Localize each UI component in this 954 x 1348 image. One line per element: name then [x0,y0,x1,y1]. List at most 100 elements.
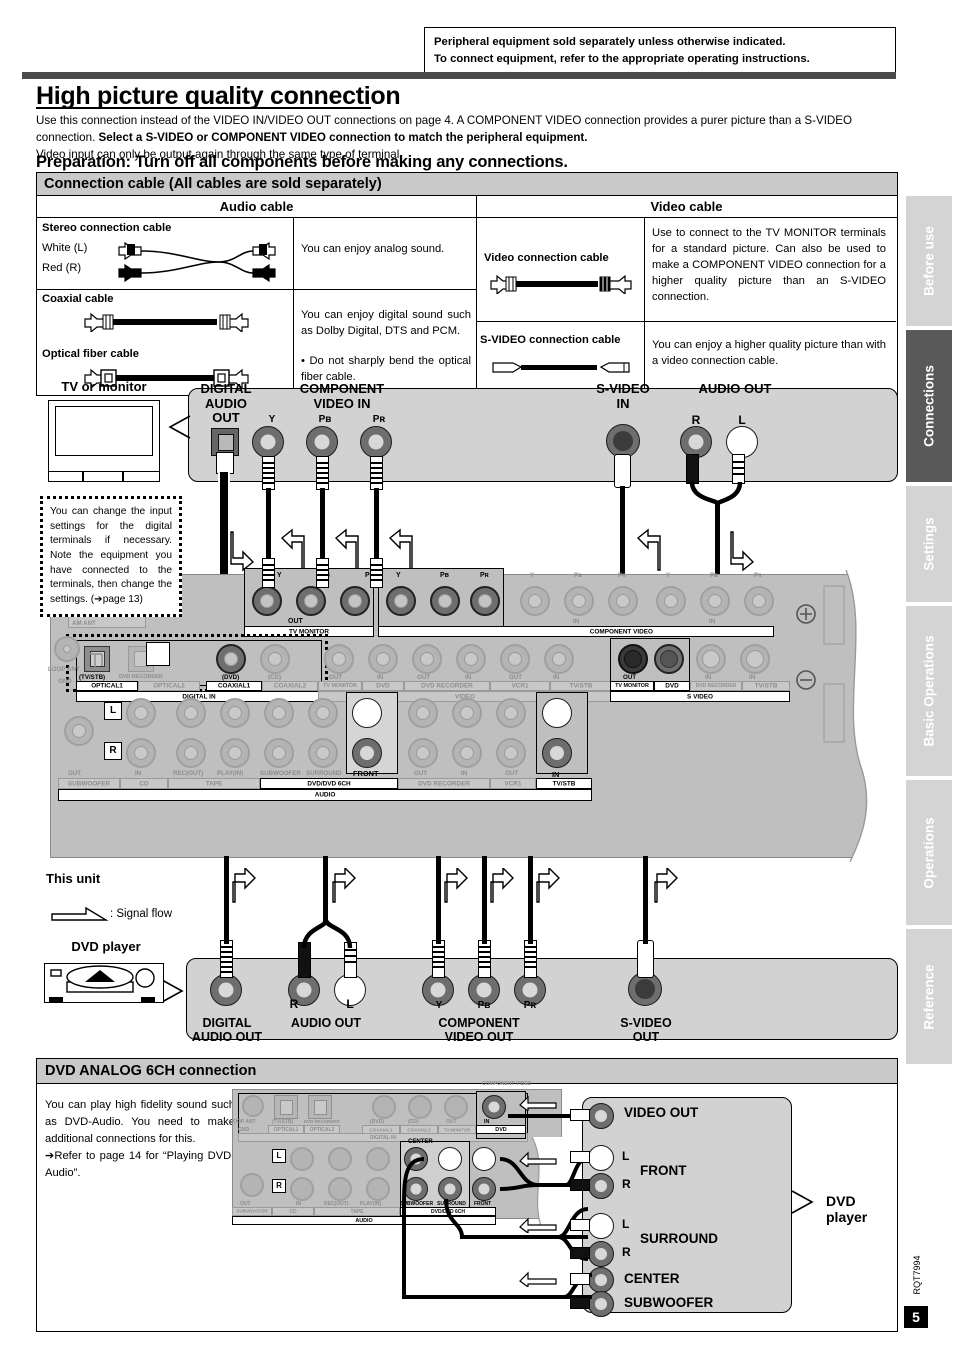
rear-svideo-tvmon-band: TV MONITOR [610,681,654,691]
six-ch-optical1-jack [274,1095,298,1119]
rear-svideo-tvmon-label: TV MONITOR [615,683,649,689]
dvd-analog-6ch-section: DVD ANALOG 6CH connection You can play h… [36,1058,898,1332]
rear-svideo-tvstb-band: TV/STB [742,681,790,691]
tab-before-use[interactable]: Before use [906,196,952,326]
intro-bold: Select a S-VIDEO or COMPONENT VIDEO conn… [98,131,588,145]
tab-connections[interactable]: Connections [906,330,952,482]
six-ch-header: DVD ANALOG 6CH connection [37,1059,897,1084]
tv-component-pb-jack [306,426,338,458]
six-ch-coaxial2-label: COAXIAL2 [407,1127,431,1132]
page-number: 5 [904,1306,928,1328]
digital-cable-desc: You can enjoy digital sound such as Dolb… [301,309,471,337]
rear-tape-play-l-jack [220,698,250,728]
rear-dvd-6ch-label: DVD/DVD 6CH [307,780,351,787]
six-ch-video-dvd-in-jack [482,1095,506,1119]
signal-flow-arrow-dvd-pb [490,868,514,903]
rear-video-out-label-c: OUT [509,674,523,681]
rear-video-dvdrec-band: DVD RECORDER [404,681,490,691]
signal-flow-legend-icon [51,906,109,921]
rear-loop-ant-label: LOOP ANT [48,666,80,673]
rear-tape-rec-label: REC(OUT) [173,770,204,777]
rear-cd-band-label: CD [139,780,149,787]
tab-basic-operations[interactable]: Basic Operations [906,606,952,776]
rear-subwoofer-out-jack [64,716,94,746]
six-ch-cd-r-jack [290,1177,314,1201]
tv-illustration [48,400,160,472]
rear-grey-pb2-label: Pʙ [710,572,718,579]
rear-svideo-dvdrec-label: DVD RECORDER [695,683,737,689]
rear-svideo-out-label: OUT [623,674,637,681]
six-ch-coaxial1-jack [372,1095,396,1119]
rear-vcr1-audio-band: VCR1 [490,778,536,789]
rear-6ch-surround-r-jack [308,738,338,768]
rear-dvd-paren-label: (DVD) [222,674,240,681]
rear-grey-in2-label: IN [709,618,716,625]
rear-grey-y2-label: Y [666,572,671,579]
six-ch-dvd-player-caption: DVD player [826,1193,868,1225]
signal-flow-arrow-audio [730,531,755,572]
tv-svideo-jack [606,424,640,458]
six-ch-optical2-label: OPTICAL2 [309,1126,335,1133]
rear-pb-plug [316,558,329,588]
six-ch-surround-r-label: R [622,1245,631,1259]
rear-6ch-surround-l-jack [308,698,338,728]
tv-pr-label: Pʀ [372,414,386,425]
dvd-l-label: L [346,997,354,1011]
tv-svideo-in-label: S-VIDEO IN [596,381,650,411]
rear-6ch-subwoofer-label: SUBWOOFER [260,770,301,777]
six-ch-coaxial1-band: COAXIAL1 [362,1125,400,1134]
rear-cd-in-r-jack [126,738,156,768]
tab-reference[interactable]: Reference [906,929,952,1064]
tab-settings[interactable]: Settings [906,486,952,602]
tab-operations[interactable]: Operations [906,780,952,925]
dvd-component-video-out-label: COMPONENT VIDEO OUT [438,1016,520,1044]
six-ch-front-r-plug [570,1179,590,1191]
rear-s-video-band: S VIDEO [610,691,790,702]
dvd-comp-pr-cable [528,856,533,944]
six-ch-dvd-bracket [791,1190,814,1214]
rear-optical1-band: OPTICAL1 [76,681,138,691]
dvd-audio-out-label: AUDIO OUT [290,1016,362,1030]
rear-6ch-surround-label: SURROUND [306,770,342,777]
rear-video-out-label-a: OUT [329,674,343,681]
rear-dvdrec-in-label: IN [461,770,468,777]
rear-cd-r-marker: R [104,742,122,760]
rear-dvdrec-out-l-jack [408,698,438,728]
rear-comp-out-label: OUT [288,618,303,625]
tab-basic-operations-label: Basic Operations [921,635,937,747]
main-connection-diagram: TV or monitor DIGITAL AUDIO OUT COMPONEN… [36,378,900,1050]
rear-dvdrec-audio-label: DVD RECORDER [418,780,470,787]
six-ch-coaxial2-band: COAXIAL2 [400,1125,438,1134]
rear-audio-band: AUDIO [58,789,592,801]
rear-video-dvdrec-in-jack [456,644,486,674]
rear-6ch-front-r-jack [352,738,382,768]
rear-subwoofer-band: SUBWOOFER [58,778,120,789]
dvd-svideo-plug [637,940,654,978]
rear-svideo-dvd-label: DVD [665,682,679,690]
rear-video-vcr1-in-jack [544,644,574,674]
six-ch-description: You can play high fidelity sound such as… [45,1097,235,1182]
dvd-digital-cable [224,856,229,944]
svideo-cable-name: S-VIDEO connection cable [480,334,621,346]
rear-tvstb-audio-label: TV/STB [552,780,576,787]
tv-y-plug [262,456,275,490]
tab-operations-label: Operations [921,816,937,889]
notice-line-1: Peripheral equipment sold separately unl… [434,36,786,48]
rear-coaxial2-band: COAXIAL2 [262,681,318,691]
six-ch-cd-l-jack [290,1147,314,1171]
svideo-connection-cable-icon [492,362,630,373]
six-ch-front-l-label: L [622,1149,630,1163]
dvd-comp-pb-plug [478,940,491,978]
rear-comp-in-pr-jack [470,586,500,616]
rear-subwoofer-out-label: OUT [68,770,82,777]
coaxial-cable-icon [84,312,249,332]
rear-optical2-label: OPTICAL2 [153,682,185,690]
rear-video-in-label-c: IN [553,674,560,681]
signal-flow-arrow-y [280,528,305,571]
rear-dvd-recorder-small-label: DVD RECORDER [119,674,163,680]
six-ch-diagram: LOOP ANT GND (TV/STB) DVD RECORDER OPTIC… [230,1081,897,1329]
rear-video-dvdrec-out-jack [412,644,442,674]
rear-comp-out-pb-jack [296,586,326,616]
rear-video-tvstb-label: TV/STB [569,682,593,690]
tv-stand [48,472,160,482]
